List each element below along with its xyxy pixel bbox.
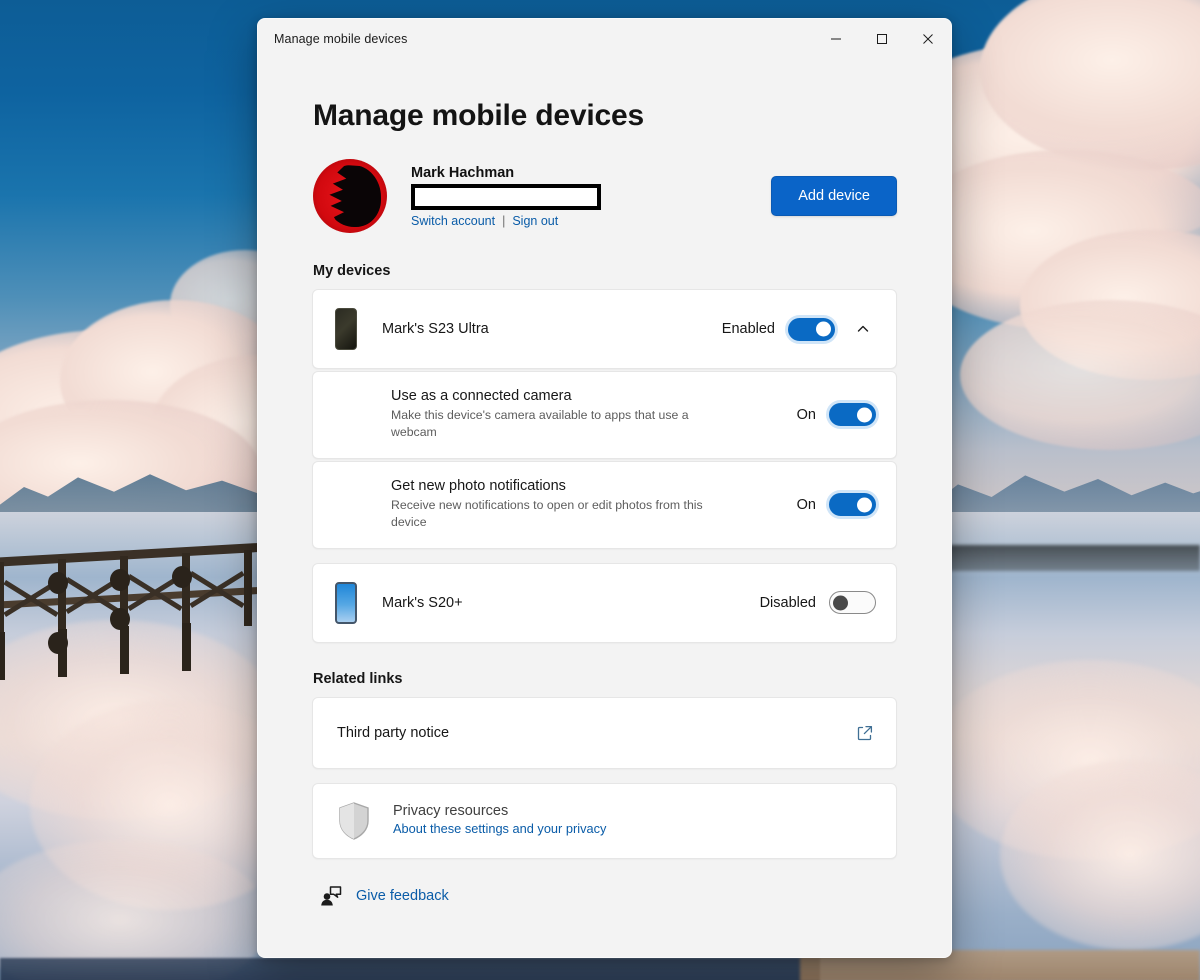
account-links: Switch account | Sign out — [411, 214, 601, 228]
device-row[interactable]: Mark's S20+ Disabled — [313, 564, 896, 642]
minimize-button[interactable] — [813, 19, 859, 59]
device-enabled-toggle[interactable] — [788, 317, 835, 341]
close-button[interactable] — [905, 19, 951, 59]
window-content: Manage mobile devices Mark Hachman Switc… — [258, 99, 951, 907]
chevron-up-icon — [857, 325, 869, 332]
avatar-silhouette — [329, 165, 381, 227]
device-setting-card: Use as a connected camera Make this devi… — [312, 371, 897, 459]
link-separator: | — [502, 213, 506, 228]
third-party-notice-card[interactable]: Third party notice — [312, 696, 897, 769]
connected-camera-toggle[interactable] — [829, 403, 876, 427]
photo-notifications-toggle[interactable] — [829, 493, 876, 517]
device-name: Mark's S20+ — [382, 594, 463, 611]
my-devices-heading: My devices — [313, 263, 391, 279]
related-links-heading: Related links — [313, 670, 403, 687]
setting-controls: On — [796, 403, 876, 427]
external-link-button[interactable] — [856, 724, 874, 742]
setting-text: Use as a connected camera Make this devi… — [391, 388, 721, 442]
privacy-settings-link[interactable]: About these settings and your privacy — [393, 821, 606, 836]
minimize-icon — [831, 38, 841, 40]
third-party-notice-label: Third party notice — [337, 724, 450, 741]
account-email-redacted — [411, 183, 601, 210]
device-row-controls: Disabled — [759, 591, 876, 615]
setting-state-label: On — [796, 406, 816, 423]
privacy-row: Privacy resources About these settings a… — [313, 784, 896, 858]
device-state-label: Disabled — [759, 594, 816, 611]
device-card: Mark's S23 Ultra Enabled — [312, 289, 897, 369]
setting-description: Make this device's camera available to a… — [391, 408, 689, 440]
feedback-person-icon — [321, 886, 342, 906]
setting-row: Use as a connected camera Make this devi… — [313, 372, 896, 458]
setting-controls: On — [796, 493, 876, 517]
device-row-controls: Enabled — [722, 316, 876, 342]
avatar[interactable] — [313, 159, 387, 233]
device-setting-card: Get new photo notifications Receive new … — [312, 460, 897, 549]
phone-dark-icon — [335, 308, 357, 350]
link-row: Third party notice — [313, 698, 896, 768]
maximize-button[interactable] — [859, 19, 905, 59]
wallpaper-pier — [0, 540, 280, 720]
account-section: Mark Hachman Switch account | Sign out A… — [313, 159, 897, 233]
app-window: Manage mobile devices Manage mobile devi… — [257, 18, 952, 958]
device-enabled-toggle[interactable] — [829, 591, 876, 615]
give-feedback-row[interactable]: Give feedback — [320, 885, 897, 907]
setting-text: Get new photo notifications Receive new … — [391, 478, 721, 532]
setting-description: Receive new notifications to open or edi… — [391, 497, 703, 530]
account-info: Mark Hachman Switch account | Sign out — [411, 165, 601, 228]
external-link-icon — [857, 725, 873, 740]
window-titlebar[interactable]: Manage mobile devices — [258, 19, 951, 59]
phone-blue-icon — [335, 581, 357, 624]
device-name: Mark's S23 Ultra — [382, 321, 489, 337]
switch-account-link[interactable]: Switch account — [411, 214, 495, 228]
close-icon — [923, 34, 933, 44]
privacy-title: Privacy resources — [393, 803, 509, 820]
device-row[interactable]: Mark's S23 Ultra Enabled — [313, 290, 896, 368]
shield-icon — [339, 802, 369, 840]
privacy-text: Privacy resources About these settings a… — [393, 803, 606, 838]
privacy-resources-card: Privacy resources About these settings a… — [312, 782, 897, 859]
give-feedback-label[interactable]: Give feedback — [356, 888, 449, 904]
device-expand-button[interactable] — [850, 316, 876, 342]
setting-title: Get new photo notifications — [391, 477, 566, 494]
window-caption-buttons — [813, 19, 951, 59]
sign-out-link[interactable]: Sign out — [512, 214, 558, 228]
add-device-button[interactable]: Add device — [771, 176, 897, 216]
wallpaper-shoreline — [0, 958, 820, 980]
setting-row: Get new photo notifications Receive new … — [313, 462, 896, 548]
account-name: Mark Hachman — [411, 164, 515, 181]
window-title: Manage mobile devices — [274, 32, 408, 46]
device-card: Mark's S20+ Disabled — [312, 562, 897, 643]
setting-state-label: On — [796, 496, 816, 513]
device-state-label: Enabled — [721, 321, 775, 337]
maximize-icon — [877, 34, 887, 44]
setting-title: Use as a connected camera — [391, 388, 572, 404]
page-title: Manage mobile devices — [313, 99, 644, 132]
device-group-s23: Mark's S23 Ultra Enabled Use as a connec… — [312, 289, 897, 549]
